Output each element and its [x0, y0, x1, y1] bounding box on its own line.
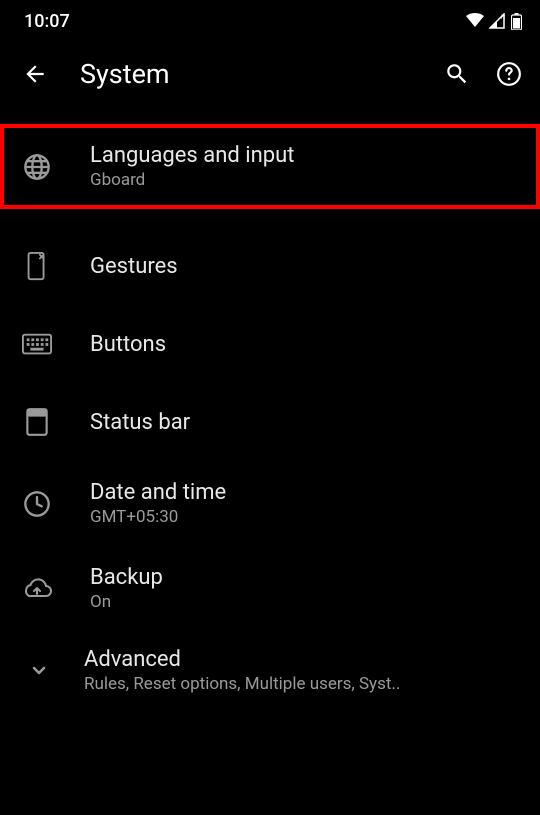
- item-buttons[interactable]: Buttons: [0, 305, 540, 383]
- item-label: Date and time: [90, 480, 518, 505]
- phone-gesture-icon: [22, 251, 52, 281]
- item-advanced[interactable]: Advanced Rules, Reset options, Multiple …: [0, 631, 540, 709]
- help-icon[interactable]: [496, 61, 522, 87]
- chevron-down-icon: [24, 655, 54, 685]
- item-date-time[interactable]: Date and time GMT+05:30: [0, 461, 540, 546]
- item-sublabel: Rules, Reset options, Multiple users, Sy…: [84, 674, 518, 694]
- wifi-icon: [465, 13, 485, 29]
- status-time: 10:07: [24, 11, 70, 32]
- item-languages-input[interactable]: Languages and input Gboard: [0, 124, 540, 209]
- item-gestures[interactable]: Gestures: [0, 227, 540, 305]
- item-label: Advanced: [84, 647, 518, 672]
- signal-icon: R: [489, 13, 507, 29]
- status-bar: 10:07 R: [0, 0, 540, 38]
- item-label: Buttons: [90, 332, 518, 357]
- item-label: Status bar: [90, 410, 518, 435]
- item-sublabel: On: [90, 592, 518, 612]
- settings-list: Languages and input Gboard Gestures Butt…: [0, 114, 540, 709]
- battery-icon: [511, 13, 522, 30]
- item-label: Languages and input: [90, 143, 518, 168]
- search-icon[interactable]: [444, 61, 470, 87]
- globe-icon: [22, 152, 52, 182]
- statusbar-icon: [22, 407, 52, 437]
- keyboard-icon: [22, 329, 52, 359]
- item-sublabel: Gboard: [90, 170, 518, 190]
- item-backup[interactable]: Backup On: [0, 546, 540, 631]
- page-title: System: [80, 58, 412, 90]
- app-header: System: [0, 38, 540, 114]
- item-status-bar[interactable]: Status bar: [0, 383, 540, 461]
- clock-icon: [22, 489, 52, 519]
- item-label: Gestures: [90, 254, 518, 279]
- cloud-upload-icon: [22, 574, 52, 604]
- item-label: Backup: [90, 565, 518, 590]
- status-icons: R: [465, 13, 522, 30]
- back-icon[interactable]: [22, 61, 48, 87]
- item-sublabel: GMT+05:30: [90, 507, 518, 527]
